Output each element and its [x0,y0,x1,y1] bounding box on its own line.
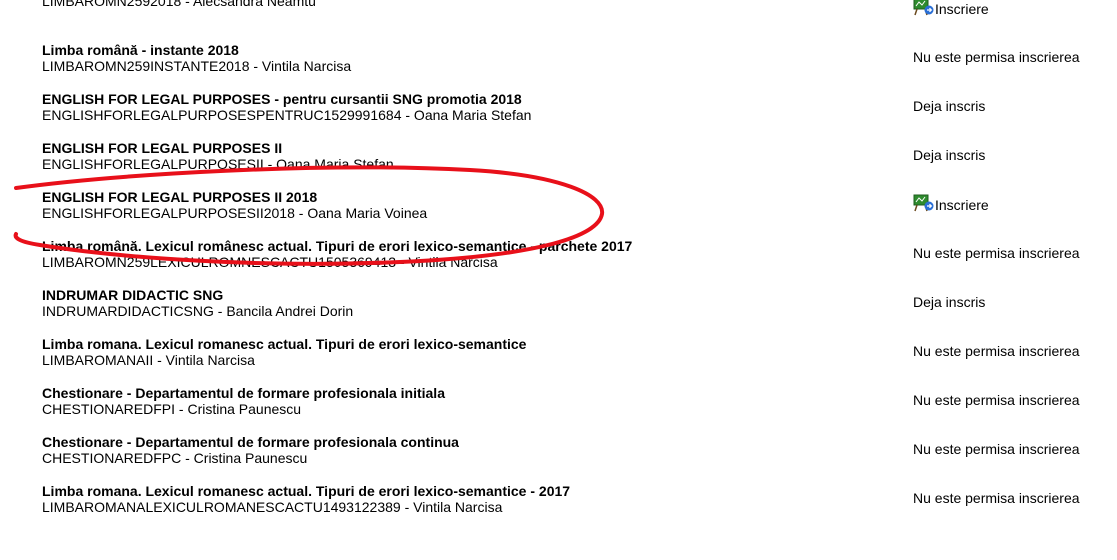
course-info: LIMBAROMN2592018 - Alecsandra Neamtu [42,0,882,9]
course-code-author: LIMBAROMN259INSTANTE2018 - Vintila Narci… [42,58,352,74]
course-info: Limba romana. Lexicul romanesc actual. T… [42,483,882,515]
course-row: Chestionare - Departamentul de formare p… [0,376,1117,425]
course-title: Limba romana. Lexicul romanesc actual. T… [42,483,571,499]
course-row: Limba română - instante 2018 LIMBAROMN259… [0,33,1117,82]
course-code-author: ENGLISHFORLEGALPURPOSESII2018 - Oana Mar… [42,205,428,221]
enrollment-status: Nu este permisa inscrierea [913,245,1080,261]
course-title: Limba romana. Lexicul romanesc actual. T… [42,336,527,352]
course-row: INDRUMAR DIDACTIC SNG INDRUMARDIDACTICSNG… [0,278,1117,327]
course-title: Chestionare - Departamentul de formare p… [42,385,445,401]
course-code-author: LIMBAROMN259LEXICULROMNESCACTU1505369413… [42,254,498,270]
enroll-link-label[interactable]: Inscriere [935,1,989,17]
course-row: ENGLISH FOR LEGAL PURPOSES - pentru curs… [0,82,1117,131]
course-info: INDRUMAR DIDACTIC SNG INDRUMARDIDACTICSNG… [42,287,882,319]
course-title: ENGLISH FOR LEGAL PURPOSES II [42,140,283,156]
course-info: Limba română. Lexicul românesc actual. T… [42,238,882,270]
enroll-board-icon[interactable] [913,193,935,213]
course-row: LIMBAROMN2592018 - Alecsandra Neamtu Insc… [0,0,1117,33]
course-row: ENGLISH FOR LEGAL PURPOSES II ENGLISHFORL… [0,131,1117,180]
enrollment-status: Nu este permisa inscrierea [913,392,1080,408]
course-info: Limba romana. Lexicul romanesc actual. T… [42,336,882,368]
course-row: Limba romana. Lexicul romanesc actual. T… [0,474,1117,523]
course-code-author: INDRUMARDIDACTICSNG - Bancila Andrei Dor… [42,303,354,319]
enroll-link-label[interactable]: Inscriere [935,197,989,213]
course-info: Limba română - instante 2018 LIMBAROMN259… [42,42,882,74]
course-code-author: LIMBAROMN2592018 - Alecsandra Neamtu [42,0,316,9]
course-list: LIMBAROMN2592018 - Alecsandra Neamtu Insc… [0,0,1117,523]
course-code-author: CHESTIONAREDFPI - Cristina Paunescu [42,401,302,417]
course-title: Limba română. Lexicul românesc actual. T… [42,238,633,254]
course-info: ENGLISH FOR LEGAL PURPOSES - pentru curs… [42,91,882,123]
enroll-link[interactable]: Inscriere [913,193,989,213]
course-row: ENGLISH FOR LEGAL PURPOSES II 2018 ENGLIS… [0,180,1117,229]
course-row: Limba română. Lexicul românesc actual. T… [0,229,1117,278]
course-info: ENGLISH FOR LEGAL PURPOSES II ENGLISHFORL… [42,140,882,172]
enrollment-status: Deja inscris [913,294,986,310]
enrollment-status: Nu este permisa inscrierea [913,49,1080,65]
course-title: Limba română - instante 2018 [42,42,239,58]
course-info: Chestionare - Departamentul de formare p… [42,385,882,417]
course-code-author: ENGLISHFORLEGALPURPOSESPENTRUC1529991684… [42,107,532,123]
course-info: ENGLISH FOR LEGAL PURPOSES II 2018 ENGLIS… [42,189,882,221]
course-code-author: ENGLISHFORLEGALPURPOSESII - Oana Maria S… [42,156,394,172]
enroll-board-icon[interactable] [913,0,935,17]
course-code-author: CHESTIONAREDFPC - Cristina Paunescu [42,450,308,466]
enrollment-status: Deja inscris [913,98,986,114]
course-title: INDRUMAR DIDACTIC SNG [42,287,224,303]
enrollment-status: Nu este permisa inscrierea [913,441,1080,457]
course-code-author: LIMBAROMANAII - Vintila Narcisa [42,352,255,368]
enrollment-status: Nu este permisa inscrierea [913,343,1080,359]
enrollment-status: Nu este permisa inscrierea [913,490,1080,506]
course-row: Limba romana. Lexicul romanesc actual. T… [0,327,1117,376]
course-title: ENGLISH FOR LEGAL PURPOSES II 2018 [42,189,318,205]
course-code-author: LIMBAROMANALEXICULROMANESCACTU1493122389… [42,499,503,515]
course-row: Chestionare - Departamentul de formare p… [0,425,1117,474]
enrollment-status: Deja inscris [913,147,986,163]
course-title: ENGLISH FOR LEGAL PURPOSES - pentru curs… [42,91,522,107]
course-info: Chestionare - Departamentul de formare p… [42,434,882,466]
enroll-link[interactable]: Inscriere [913,0,989,17]
course-title: Chestionare - Departamentul de formare p… [42,434,459,450]
